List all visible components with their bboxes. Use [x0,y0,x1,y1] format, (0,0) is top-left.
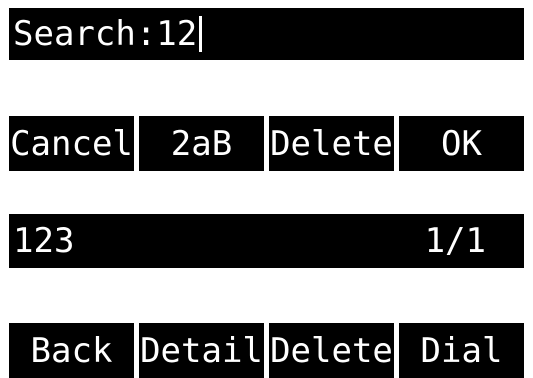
input-softkey-bar: Cancel 2aB Delete OK [9,116,524,171]
text-cursor [199,16,203,52]
page-indicator: 1/1 [424,221,486,261]
delete-char-button[interactable]: Delete [269,116,394,171]
detail-button[interactable]: Detail [139,323,264,378]
search-result-row[interactable]: 123 1/1 [9,214,524,268]
back-button[interactable]: Back [9,323,134,378]
input-mode-button[interactable]: 2aB [139,116,264,171]
dial-button[interactable]: Dial [399,323,524,378]
cancel-button[interactable]: Cancel [9,116,134,171]
result-name: 123 [13,221,75,261]
search-label: Search: [13,14,157,54]
search-bar[interactable]: Search: 12 [9,8,524,60]
ok-button[interactable]: OK [399,116,524,171]
search-field[interactable]: Search: 12 [13,8,203,60]
search-input[interactable]: 12 [156,8,197,60]
result-softkey-bar: Back Detail Delete Dial [9,323,524,378]
delete-contact-button[interactable]: Delete [269,323,394,378]
